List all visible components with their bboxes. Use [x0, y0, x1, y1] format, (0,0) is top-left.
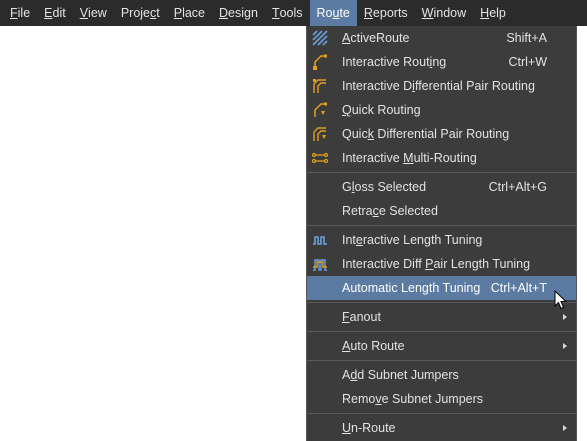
quick-routing-icon [312, 102, 328, 118]
menu-item-label: Retrace Selected [342, 204, 438, 218]
menu-item-fanout[interactable]: Fanout [307, 305, 576, 329]
menu-view-label-post: iew [88, 6, 107, 20]
menu-window-label-post: indow [433, 6, 467, 20]
menu-file[interactable]: File [0, 0, 37, 26]
menu-item-quick-diff-pair-routing[interactable]: Quick Differential Pair Routing [307, 122, 576, 146]
menu-bar: File Edit View Proje c t Place Design Tool… [0, 0, 587, 26]
menu-item-auto-route[interactable]: Auto Route [307, 334, 576, 358]
menu-edit[interactable]: Edit [37, 0, 73, 26]
menu-reports-label-accel: R [363, 6, 373, 20]
menu-item-retrace-selected[interactable]: Retrace Selected [307, 199, 576, 223]
menu-edit-label-post: dit [52, 6, 66, 20]
menu-project[interactable]: Proje c t [114, 0, 167, 26]
menu-item-shortcut: Ctrl+Alt+T [490, 281, 547, 295]
menu-edit-label-accel: E [44, 6, 53, 20]
multi-routing-icon [312, 150, 328, 166]
menu-place-label-accel: P [173, 6, 183, 20]
menu-item-label: Fanout [342, 310, 381, 324]
menu-item-interactive-diff-pair-routing[interactable]: Interactive Differential Pair Routing [307, 74, 576, 98]
submenu-arrow-icon [563, 425, 567, 431]
menu-item-label: Interactive Length Tuning [342, 233, 483, 247]
menu-route-label-accel: u [332, 6, 340, 20]
menu-project-label-post: t [156, 6, 160, 20]
menu-item-remove-subnet-jumpers[interactable]: Remove Subnet Jumpers [307, 387, 576, 411]
mouse-cursor-icon [554, 289, 568, 313]
menu-file-label-accel: F [10, 6, 18, 20]
menu-help-label-post: elp [489, 6, 506, 20]
menu-tools-label-accel: T [271, 6, 280, 20]
menu-item-quick-routing[interactable]: Quick Routing [307, 98, 576, 122]
diff-pair-length-tuning-icon [312, 256, 328, 272]
submenu-arrow-icon [563, 343, 567, 349]
menu-item-label: Interactive Diff Pair Length Tuning [342, 257, 531, 271]
menu-place[interactable]: Place [167, 0, 212, 26]
interactive-routing-icon [312, 54, 328, 70]
menu-item-add-subnet-jumpers[interactable]: Add Subnet Jumpers [307, 363, 576, 387]
active-route-icon [312, 30, 328, 46]
menu-item-shortcut: Shift+A [506, 31, 547, 45]
menu-item-label: Quick Differential Pair Routing [342, 127, 510, 141]
menu-design[interactable]: Design [212, 0, 265, 26]
menu-route-label-pre: Ro [316, 6, 333, 20]
menu-view[interactable]: View [73, 0, 114, 26]
menu-project-label-pre: Proje [120, 6, 150, 20]
menu-item-interactive-length-tuning[interactable]: Interactive Length Tuning [307, 228, 576, 252]
menu-tools-label-post: ools [279, 6, 303, 20]
menu-item-label: Interactive Differential Pair Routing [342, 79, 535, 93]
menu-item-shortcut: Ctrl+Alt+G [488, 180, 547, 194]
menu-window[interactable]: Window [415, 0, 473, 26]
menu-view-label-accel: V [79, 6, 89, 20]
menu-item-active-route[interactable]: ActiveRoute Shift+A [307, 26, 576, 50]
diff-pair-routing-icon [312, 78, 328, 94]
menu-design-label-accel: D [219, 6, 229, 20]
menu-item-label: Auto Route [342, 339, 405, 353]
menu-item-label: Automatic Length Tuning [342, 281, 481, 295]
menu-file-label-post: ile [17, 6, 31, 20]
menu-item-label: Quick Routing [342, 103, 421, 117]
menu-item-shortcut: Ctrl+W [508, 55, 547, 69]
length-tuning-icon [312, 232, 328, 248]
menu-item-label: Gloss Selected [342, 180, 427, 194]
menu-item-interactive-diff-pair-length-tuning[interactable]: Interactive Diff Pair Length Tuning [307, 252, 576, 276]
menu-item-label: Interactive Routing [342, 55, 447, 69]
menu-item-label: Remove Subnet Jumpers [342, 392, 484, 406]
menu-tools[interactable]: Tools [265, 0, 310, 26]
menu-place-label-post: lace [182, 6, 206, 20]
menu-window-label-accel: W [421, 6, 434, 20]
menu-item-label: Interactive Multi-Routing [342, 151, 477, 165]
menu-design-label-post: esign [228, 6, 258, 20]
menu-item-gloss-selected[interactable]: Gloss Selected Ctrl+Alt+G [307, 175, 576, 199]
menu-item-label: Un-Route [342, 421, 396, 435]
menu-route-label-post: te [339, 6, 350, 20]
route-dropdown-menu: ActiveRoute Shift+A Interactive Routing … [306, 26, 577, 441]
menu-help[interactable]: Help [473, 0, 513, 26]
menu-reports[interactable]: Reports [357, 0, 415, 26]
menu-route[interactable]: Ro u te [309, 0, 357, 26]
menu-item-interactive-multi-routing[interactable]: Interactive Multi-Routing [307, 146, 576, 170]
menu-reports-label-post: eports [372, 6, 408, 20]
menu-help-label-accel: H [480, 6, 490, 20]
menu-item-automatic-length-tuning[interactable]: Automatic Length Tuning Ctrl+Alt+T [307, 276, 576, 300]
quick-diff-pair-routing-icon [312, 126, 328, 142]
menu-item-label: Add Subnet Jumpers [342, 368, 459, 382]
menu-item-interactive-routing[interactable]: Interactive Routing Ctrl+W [307, 50, 576, 74]
menu-item-un-route[interactable]: Un-Route [307, 416, 576, 440]
menu-item-label: ActiveRoute [342, 31, 410, 45]
submenu-arrow-icon [563, 314, 567, 320]
